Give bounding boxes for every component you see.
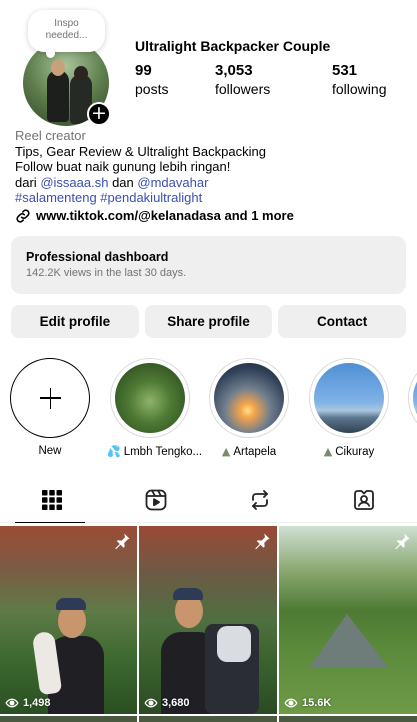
view-count-text: 15.6K (302, 697, 332, 709)
pin-icon (255, 533, 270, 550)
view-count: 3,680 (144, 696, 190, 710)
bio-line-3-prefix: dari (15, 174, 37, 190)
view-count: 1,498 (5, 696, 51, 710)
eye-icon (144, 698, 158, 708)
eye-icon (5, 698, 19, 708)
stat-following[interactable]: 531 following (332, 62, 412, 98)
bio-line-4: #salamenteng #pendakiultralight (15, 190, 410, 206)
highlight-cover (314, 363, 384, 433)
stat-followers-count: 3,053 (215, 62, 253, 79)
professional-dashboard[interactable]: Professional dashboard 142.2K views in t… (11, 236, 406, 294)
post-thumbnail[interactable] (139, 716, 277, 722)
mention-issaaa[interactable]: @issaaa.sh (40, 175, 108, 190)
post-thumbnail[interactable]: 15.6K (279, 526, 417, 714)
add-story-icon[interactable]: + (87, 102, 111, 126)
mention-mdavahar[interactable]: @mdavahar (137, 175, 208, 190)
highlight-cover (115, 363, 185, 433)
contact-button[interactable]: Contact (278, 305, 407, 338)
profile-stats: 99 posts 3,053 followers 531 following (135, 62, 412, 98)
eye-icon (284, 698, 298, 708)
stat-posts-label: posts (135, 81, 169, 97)
bio-link-text: www.tiktok.com/@kelanadasa and 1 more (36, 207, 294, 223)
story-highlights: New 💦 Lmbh Tengko... ▲ Artapela ▲ Cikuray (0, 356, 417, 458)
repost-icon (252, 490, 268, 510)
highlight-new[interactable]: New (7, 356, 93, 457)
highlight-cikuray[interactable]: ▲ Cikuray (306, 356, 392, 458)
tab-reposts[interactable] (208, 477, 312, 523)
dashboard-title: Professional dashboard (26, 250, 169, 264)
tagged-user-icon (354, 490, 374, 510)
note-line-1: Inspo (54, 18, 79, 29)
highlight-lmbh-tengko[interactable]: 💦 Lmbh Tengko... (107, 356, 202, 458)
highlight-artapela[interactable]: ▲ Artapela (206, 356, 292, 458)
post-thumbnail[interactable]: 3,680 (139, 526, 277, 714)
highlight-cover (214, 363, 284, 433)
tab-posts[interactable] (0, 477, 104, 523)
post-thumbnail[interactable]: 1,498 (0, 526, 137, 714)
post-thumbnail[interactable] (0, 716, 137, 722)
highlight-label: New (38, 445, 62, 457)
post-thumbnail[interactable] (279, 716, 417, 722)
note-bubble[interactable]: Inspo needed... (28, 10, 105, 58)
profile-category: Reel creator (15, 128, 86, 143)
bio-line-3: dari @issaaa.sh dan @mdavahar (15, 175, 410, 191)
mountain-icon: ▲ (323, 445, 333, 458)
tab-tagged[interactable] (312, 477, 416, 523)
view-count-text: 3,680 (162, 697, 190, 709)
stat-followers[interactable]: 3,053 followers (215, 62, 332, 98)
bio-line-3-mid: dan (112, 174, 134, 190)
sweat-droplets-icon: 💦 (107, 445, 121, 458)
profile-actions: Edit profile Share profile Contact (11, 305, 407, 338)
reels-icon (145, 489, 167, 511)
stat-following-label: following (332, 81, 387, 97)
highlight-label: Artapela (233, 446, 277, 458)
profile-bio: Reel creator Tips, Gear Review & Ultrali… (15, 128, 410, 224)
stat-posts-count: 99 (135, 62, 152, 79)
link-icon (16, 208, 30, 223)
hashtag-salamenteng[interactable]: #salamenteng (15, 190, 97, 205)
posts-grid: 1,498 3,680 15.6K (0, 526, 417, 722)
highlight-label: Cikuray (335, 446, 375, 458)
profile-avatar[interactable]: + (23, 40, 111, 126)
highlight-label: Lmbh Tengko... (123, 446, 203, 458)
highlight-partial[interactable] (405, 356, 417, 438)
bio-line-2: Follow buat naik gunung lebih ringan! (15, 159, 231, 174)
note-line-2: needed... (45, 30, 88, 41)
view-count-text: 1,498 (23, 697, 51, 709)
edit-profile-button[interactable]: Edit profile (11, 305, 139, 338)
bio-line-1: Tips, Gear Review & Ultralight Backpacki… (15, 143, 266, 159)
hashtag-pendakiultralight[interactable]: #pendakiultralight (100, 190, 202, 205)
view-count: 15.6K (284, 696, 331, 710)
profile-name: Ultralight Backpacker Couple (135, 38, 331, 54)
stat-following-count: 531 (332, 62, 358, 79)
tab-reels[interactable] (104, 477, 208, 523)
stat-posts[interactable]: 99 posts (135, 62, 215, 98)
mountain-icon: ▲ (221, 445, 231, 458)
grid-icon (42, 490, 62, 510)
bio-link[interactable]: www.tiktok.com/@kelanadasa and 1 more (15, 208, 410, 224)
plus-icon (10, 358, 90, 438)
pin-icon (395, 533, 410, 550)
share-profile-button[interactable]: Share profile (144, 305, 273, 338)
dashboard-subtitle: 142.2K views in the last 30 days. (26, 267, 187, 279)
profile-tabs (0, 477, 417, 523)
stat-followers-label: followers (215, 81, 271, 97)
pin-icon (115, 533, 130, 550)
